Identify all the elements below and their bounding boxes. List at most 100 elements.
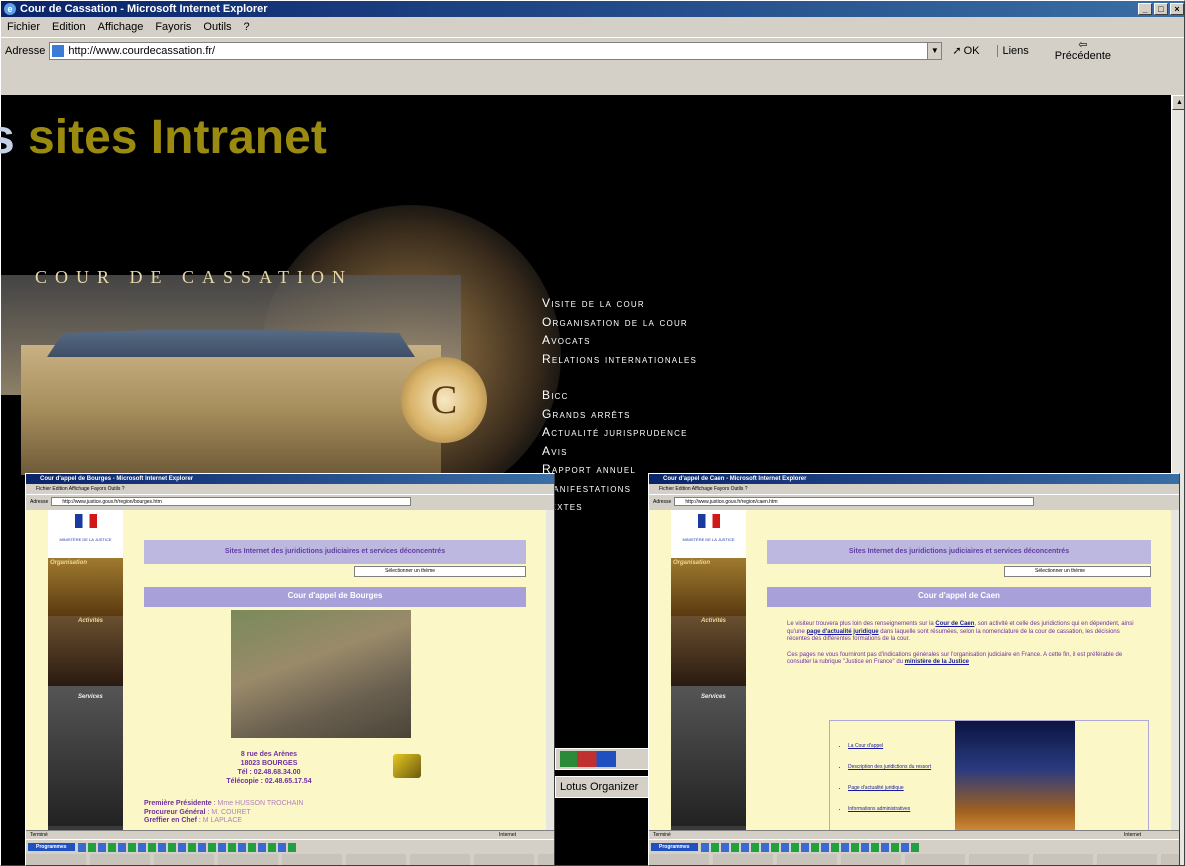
- nav-avocats[interactable]: Avocats: [542, 331, 697, 350]
- caen-court-link[interactable]: Cour de Caen: [935, 621, 974, 627]
- bourges-staff: Première Présidente : Mme HUSSON TROCHAI…: [144, 800, 303, 826]
- close-button[interactable]: ×: [1170, 3, 1184, 15]
- mailbox-icon[interactable]: [393, 754, 421, 778]
- nav-actualite[interactable]: Actualité jurisprudence: [542, 423, 697, 442]
- nav-bicc[interactable]: Bicc: [542, 386, 697, 405]
- caen-side-activites[interactable]: Activités: [671, 616, 746, 686]
- bourges-staff-name: Mme HUSSON TROCHAIN: [217, 800, 304, 807]
- go-icon[interactable]: ➚: [952, 44, 961, 57]
- address-input[interactable]: http://www.courdecassation.fr/ ▼: [49, 41, 943, 60]
- menu-fichier[interactable]: Fichier: [7, 21, 40, 33]
- address-bar: Adresse http://www.courdecassation.fr/ ▼…: [1, 37, 1184, 63]
- back-button[interactable]: ⇦ Précédente: [1054, 39, 1112, 62]
- bourges-start-label: Programmes: [36, 844, 67, 850]
- bourges-staff-row: Greffier en Chef : M LAPLACE: [144, 817, 243, 824]
- bourges-title-bar: Cour d'appel de Bourges - Microsoft Inte…: [26, 474, 554, 484]
- caen-paragraph-2: Ces pages ne vous fourniront pas d'indic…: [787, 652, 1137, 667]
- bourges-side-services[interactable]: Services: [48, 686, 123, 826]
- bourges-quicklaunch: Programmes: [26, 840, 554, 854]
- bourges-flag-icon: [74, 514, 97, 528]
- bourges-zone: Internet: [499, 832, 516, 838]
- ie-icon: e: [4, 3, 16, 15]
- menu-bar: Fichier Edition Affichage Fayoris Outils…: [1, 17, 1184, 37]
- nav-relations[interactable]: Relations internationales: [542, 350, 697, 369]
- palace-image: [21, 345, 441, 475]
- bourges-sidebar: MINISTÈRE DE LA JUSTICE Organisation Act…: [48, 510, 123, 830]
- caen-address-label: Adresse: [653, 498, 672, 505]
- maximize-button[interactable]: □: [1154, 3, 1168, 15]
- site-logo: COUR DE CASSATION: [35, 267, 354, 287]
- caen-banner: Sites Internet des juridictions judiciai…: [767, 540, 1151, 564]
- caen-link-actualite[interactable]: Page d'actualité juridique: [848, 785, 938, 792]
- bourges-staff-name: M. COURET: [211, 808, 251, 816]
- caen-link-description[interactable]: Description des juridictions du ressort: [848, 764, 938, 771]
- bourges-court-heading: Cour d'appel de Bourges: [144, 587, 526, 607]
- caen-ministry-logo: MINISTÈRE DE LA JUSTICE: [671, 510, 746, 558]
- caen-ministry-text: MINISTÈRE DE LA JUSTICE: [682, 537, 735, 542]
- bourges-side-organisation[interactable]: Organisation: [48, 558, 123, 616]
- minimize-button[interactable]: _: [1138, 3, 1152, 15]
- caen-tray-icons: [700, 842, 921, 852]
- window-title: Cour de Cassation - Microsoft Internet E…: [20, 3, 268, 15]
- bourges-address: 8 rue des Arènes 18023 BOURGES Tél : 02.…: [204, 750, 334, 786]
- bourges-staff-role: Greffier en Chef: [144, 817, 197, 824]
- slide-title-text: sites Intranet: [28, 111, 327, 164]
- caen-scrollbar[interactable]: [1171, 510, 1179, 830]
- bourges-staff-row: Première Présidente : Mme HUSSON TROCHAI…: [144, 800, 304, 807]
- background-taskbar: [555, 748, 650, 770]
- go-button[interactable]: OK: [964, 45, 980, 57]
- bourges-page: MINISTÈRE DE LA JUSTICE Organisation Act…: [26, 510, 546, 830]
- bourges-tray-icons: [77, 842, 298, 852]
- caen-side-services[interactable]: Services: [671, 686, 746, 826]
- bourges-staff-role: Première Présidente: [144, 800, 212, 807]
- bourges-phone: Tél : 02.48.68.34.00: [237, 769, 301, 776]
- bourges-address-input[interactable]: http://www.justice.gouv.fr/region/bourge…: [51, 497, 412, 506]
- bourges-title: Cour d'appel de Bourges - Microsoft Inte…: [40, 476, 194, 482]
- bourges-address-label: Adresse: [30, 498, 49, 505]
- bourges-ministry-logo: MINISTÈRE DE LA JUSTICE: [48, 510, 123, 558]
- caen-actualite-link[interactable]: page d'actualité juridique: [807, 629, 879, 635]
- bourges-staff-row: Procureur Général : M. COURET: [144, 808, 251, 816]
- nav-grands-arrets[interactable]: Grands arrêts: [542, 405, 697, 424]
- caen-side-activites-label: Activités: [701, 618, 727, 624]
- caen-ministere-link[interactable]: ministère de la Justice: [905, 659, 969, 665]
- links-button[interactable]: Liens: [997, 44, 1029, 57]
- bourges-start-button[interactable]: Programmes: [28, 843, 75, 851]
- caen-address-input[interactable]: http://www.justice.gouv.fr/region/caen.h…: [674, 497, 1035, 506]
- scroll-up-button[interactable]: ▲: [1172, 95, 1184, 110]
- page-icon: [52, 44, 65, 57]
- menu-help[interactable]: ?: [244, 21, 250, 33]
- lotus-taskbar-item[interactable]: Lotus Organizer: [555, 776, 650, 798]
- menu-edition[interactable]: Edition: [52, 21, 86, 33]
- menu-favoris[interactable]: Fayoris: [155, 21, 191, 33]
- cc-medallion-icon: C: [401, 357, 487, 443]
- caen-sidebar: MINISTÈRE DE LA JUSTICE Organisation Act…: [671, 510, 746, 830]
- bourges-theme-select[interactable]: Sélectionner un thème: [354, 566, 526, 577]
- nav-visite[interactable]: Visite de la cour: [542, 294, 697, 313]
- caen-side-organisation-label: Organisation: [673, 560, 711, 566]
- nav-organisation[interactable]: Organisation de la cour: [542, 313, 697, 332]
- caen-taskbar: Programmes: [649, 839, 1179, 865]
- bourges-menu[interactable]: Fichier Edition Affichage Fayors Outils …: [26, 484, 554, 494]
- caen-link-admin[interactable]: Informations administratives: [848, 806, 938, 813]
- caen-theme-select[interactable]: Sélectionner un thème: [1004, 566, 1151, 577]
- slide-title-prefix: s: [0, 111, 15, 164]
- back-label: Précédente: [1054, 49, 1112, 62]
- caen-links: La Cour d'appel Description des juridict…: [848, 743, 938, 813]
- menu-outils[interactable]: Outils: [203, 21, 231, 33]
- bourges-scrollbar[interactable]: [546, 510, 554, 830]
- caen-link-cour[interactable]: La Cour d'appel: [848, 743, 938, 750]
- caen-status-bar: Terminé Internet: [649, 830, 1179, 839]
- caen-start-button[interactable]: Programmes: [651, 843, 698, 851]
- address-dropdown-icon[interactable]: ▼: [927, 42, 942, 59]
- bourges-theme-select-value: Sélectionner un thème: [385, 568, 436, 574]
- caen-address-bar: Adresse http://www.justice.gouv.fr/regio…: [649, 494, 1179, 508]
- caen-menu[interactable]: Fichier Edition Affichage Fayors Outils …: [649, 484, 1179, 494]
- bourges-side-activites[interactable]: Activités: [48, 616, 123, 686]
- caen-side-organisation[interactable]: Organisation: [671, 558, 746, 616]
- caen-building-photo: [955, 721, 1075, 830]
- nav-avis[interactable]: Avis: [542, 442, 697, 461]
- menu-affichage[interactable]: Affichage: [98, 21, 144, 33]
- bourges-staff-name: M LAPLACE: [202, 817, 243, 824]
- caen-intro: Le visiteur trouvera plus loin des rense…: [787, 621, 1137, 667]
